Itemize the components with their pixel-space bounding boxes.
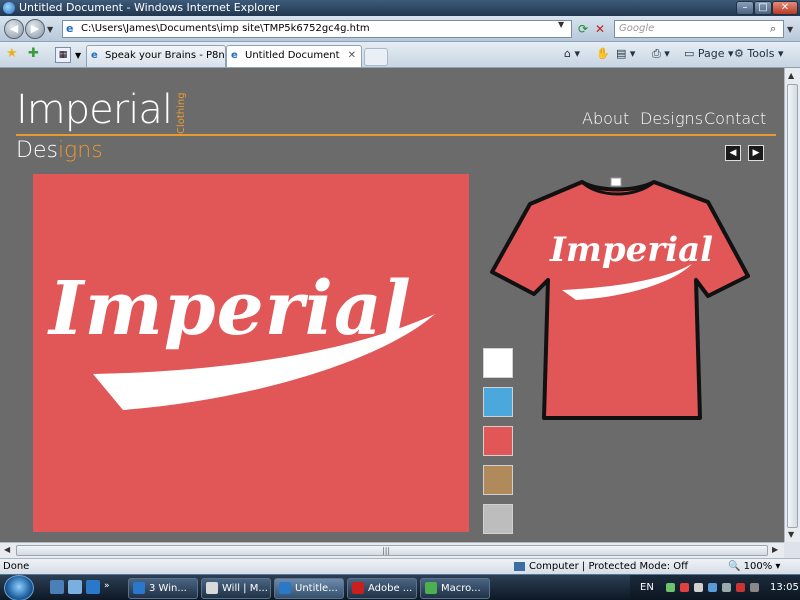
close-button[interactable]: ✕ xyxy=(772,1,798,15)
tools-menu[interactable]: ⚙ Tools ▾ xyxy=(734,47,784,60)
tshirt-shape xyxy=(490,177,750,420)
refresh-icon[interactable]: ⟳ xyxy=(574,20,592,38)
nav-contact[interactable]: Contact xyxy=(704,109,766,128)
computer-icon xyxy=(514,561,525,571)
horizontal-scroll-thumb[interactable] xyxy=(16,545,768,556)
address-toolbar: ◀ ▶ ▼ e C:\Users\James\Documents\imp sit… xyxy=(0,16,800,42)
search-icon[interactable]: ⌕ xyxy=(770,22,776,36)
tab-label: Speak your Brains - P8ntba... xyxy=(105,50,225,61)
logo-tagline: Clothing xyxy=(176,92,187,134)
show-desktop-icon[interactable] xyxy=(50,580,64,594)
zoom-level[interactable]: 🔍 100% ▾ xyxy=(728,559,780,575)
tools-menu-label: Tools xyxy=(747,47,775,60)
prev-design-button[interactable]: ◀ xyxy=(725,145,741,161)
clock[interactable]: 13:05 xyxy=(770,582,799,593)
macromedia-icon xyxy=(425,582,437,594)
nav-about[interactable]: About xyxy=(582,109,629,128)
home-icon[interactable]: ⌂ ▾ xyxy=(564,47,580,60)
quicklaunch-expand-icon[interactable]: » xyxy=(104,581,110,591)
tshirt-wordmark: Imperial xyxy=(550,230,714,270)
stop-icon[interactable]: ✕ xyxy=(592,20,608,38)
scroll-left-icon[interactable]: ◀ xyxy=(4,545,10,554)
tab-label: Untitled Document xyxy=(245,50,340,61)
section-title: Designs xyxy=(16,138,103,163)
scroll-grip-icon: ||| xyxy=(382,546,391,555)
nav-designs[interactable]: Designs xyxy=(640,109,703,128)
ie-icon xyxy=(279,582,291,594)
status-bar: Done Computer | Protected Mode: Off 🔍 10… xyxy=(0,558,800,574)
maximize-button[interactable]: □ xyxy=(754,1,772,15)
tab-toolbar: ★ ✚ ▦ ▼ e Speak your Brains - P8ntba... … xyxy=(0,42,800,68)
taskbar-button[interactable]: Untitle... xyxy=(274,578,344,599)
vertical-scrollbar[interactable]: ▲ ▼ xyxy=(784,68,800,542)
taskbar-button[interactable]: Macro... xyxy=(420,578,490,599)
tab-close-icon[interactable]: ✕ xyxy=(348,46,356,66)
address-dropdown-icon[interactable]: ▼ xyxy=(558,20,564,29)
system-tray: EN 13:05 xyxy=(630,575,800,600)
ie-tab-icon: e xyxy=(91,50,98,61)
forward-button[interactable]: ▶ xyxy=(25,19,45,39)
scroll-corner xyxy=(784,542,800,558)
language-indicator[interactable]: EN xyxy=(640,582,654,593)
favorites-star-icon[interactable]: ★ xyxy=(6,46,18,61)
scroll-down-icon[interactable]: ▼ xyxy=(788,530,794,539)
tab-speak-your-brains[interactable]: e Speak your Brains - P8ntba... xyxy=(86,45,226,67)
volume-icon[interactable] xyxy=(722,583,731,592)
print-icon[interactable]: ⎙ ▾ xyxy=(652,47,670,61)
page-menu-label: Page xyxy=(697,47,725,60)
windows-taskbar: » 3 Win... Will | M... Untitle... Adobe … xyxy=(0,574,800,600)
adobe-icon xyxy=(352,582,364,594)
design-swoosh xyxy=(93,314,435,410)
ie-icon xyxy=(133,582,145,594)
tray-icon[interactable] xyxy=(694,583,703,592)
status-text: Done xyxy=(3,561,30,572)
design-preview: Imperial xyxy=(33,174,469,532)
new-tab-button[interactable] xyxy=(364,48,388,66)
scroll-up-icon[interactable]: ▲ xyxy=(788,71,794,80)
taskbar-button[interactable]: Will | M... xyxy=(201,578,271,599)
back-button[interactable]: ◀ xyxy=(4,19,24,39)
security-zone[interactable]: Computer | Protected Mode: Off xyxy=(514,559,688,575)
window-title: Untitled Document - Windows Internet Exp… xyxy=(19,1,280,14)
header-divider xyxy=(16,134,776,136)
add-favorite-icon[interactable]: ✚ xyxy=(28,46,39,61)
swatch-tan[interactable] xyxy=(483,465,513,495)
search-input[interactable]: Google xyxy=(614,20,784,38)
search-options-dropdown-icon[interactable]: ▼ xyxy=(787,25,793,34)
tray-icon[interactable] xyxy=(666,583,675,592)
ie-page-icon: e xyxy=(66,22,74,35)
start-button[interactable] xyxy=(4,575,34,600)
page-menu[interactable]: ▭ Page ▾ xyxy=(684,47,734,60)
tab-list-dropdown-icon[interactable]: ▼ xyxy=(75,51,81,60)
window-icon xyxy=(206,582,218,594)
feeds-icon[interactable]: ▤ ▾ xyxy=(616,47,635,60)
page-viewport: Imperial Clothing About Designs Contact … xyxy=(0,68,784,542)
scroll-right-icon[interactable]: ▶ xyxy=(772,545,778,554)
address-url: C:\Users\James\Documents\imp site\TMP5k6… xyxy=(81,23,370,34)
tray-icon[interactable] xyxy=(736,583,745,592)
hand-icon[interactable]: ✋ xyxy=(596,47,610,60)
taskbar-button[interactable]: 3 Win... xyxy=(128,578,198,599)
site-logo[interactable]: Imperial xyxy=(16,90,173,130)
recent-pages-dropdown-icon[interactable]: ▼ xyxy=(47,25,53,34)
tshirt-preview: Imperial xyxy=(486,172,750,428)
address-input[interactable]: e C:\Users\James\Documents\imp site\TMP5… xyxy=(62,20,572,38)
ie-quicklaunch-icon[interactable] xyxy=(86,580,100,594)
horizontal-scrollbar[interactable]: ◀ ||| ▶ xyxy=(0,542,784,558)
tray-icon[interactable] xyxy=(750,583,759,592)
minimize-button[interactable]: – xyxy=(736,1,754,15)
quick-tabs-icon[interactable]: ▦ xyxy=(55,47,71,63)
network-icon[interactable] xyxy=(708,583,717,592)
window-titlebar: Untitled Document - Windows Internet Exp… xyxy=(0,0,800,16)
switch-windows-icon[interactable] xyxy=(68,580,82,594)
ie-app-icon xyxy=(3,2,15,14)
vertical-scroll-thumb[interactable] xyxy=(787,84,798,528)
next-design-button[interactable]: ▶ xyxy=(748,145,764,161)
swatch-red[interactable] xyxy=(483,426,513,456)
ie-tab-icon: e xyxy=(231,50,238,61)
taskbar-button[interactable]: Adobe ... xyxy=(347,578,417,599)
tab-untitled-document[interactable]: e Untitled Document ✕ xyxy=(226,45,362,67)
tray-icon[interactable] xyxy=(680,583,689,592)
swatch-grey[interactable] xyxy=(483,504,513,534)
